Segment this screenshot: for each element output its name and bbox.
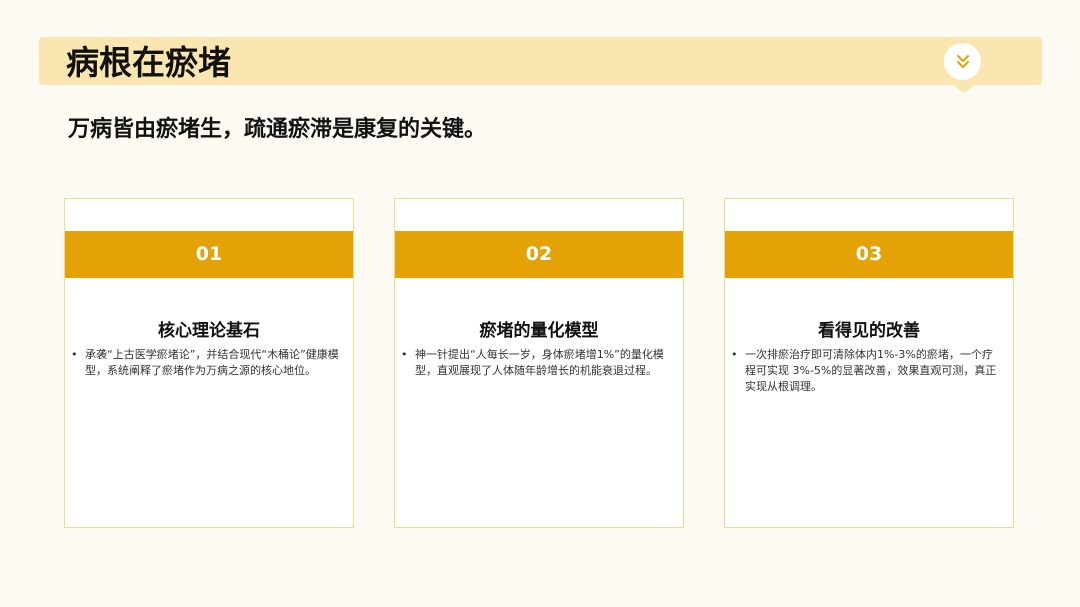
card-body: • 一次排瘀治疗即可清除体内1%-3%的瘀堵，一个疗程可实现 3%-5%的显著改… bbox=[731, 347, 1001, 395]
card-text: 承袭“上古医学瘀堵论”，并结合现代“木桶论”健康模型，系统阐释了瘀堵作为万病之源… bbox=[85, 348, 339, 377]
card-number: 01 bbox=[65, 231, 353, 278]
card-text: 神一针提出“人每长一岁，身体瘀堵增1%”的量化模型，直观展现了人体随年龄增长的机… bbox=[415, 348, 664, 377]
bullet-icon: • bbox=[401, 348, 408, 361]
card-number: 02 bbox=[395, 231, 683, 278]
card-body: • 神一针提出“人每长一岁，身体瘀堵增1%”的量化模型，直观展现了人体随年龄增长… bbox=[401, 347, 671, 379]
card-title: 瘀堵的量化模型 bbox=[479, 321, 599, 341]
card-body: • 承袭“上古医学瘀堵论”，并结合现代“木桶论”健康模型，系统阐释了瘀堵作为万病… bbox=[71, 347, 341, 379]
page-subtitle: 万病皆由瘀堵生，疏通瘀滞是康复的关键。 bbox=[68, 117, 487, 142]
card-3: 03 看得见的改善 • 一次排瘀治疗即可清除体内1%-3%的瘀堵，一个疗程可实现… bbox=[724, 198, 1014, 528]
bullet-icon: • bbox=[71, 348, 78, 361]
badge-pointer bbox=[952, 84, 976, 93]
scroll-down-badge[interactable] bbox=[944, 43, 981, 80]
card-number: 03 bbox=[725, 231, 1013, 278]
card-text: 一次排瘀治疗即可清除体内1%-3%的瘀堵，一个疗程可实现 3%-5%的显著改善，… bbox=[745, 348, 997, 393]
card-title: 核心理论基石 bbox=[158, 321, 260, 341]
card-title: 看得见的改善 bbox=[818, 321, 920, 341]
bullet-icon: • bbox=[731, 348, 738, 361]
card-2: 02 瘀堵的量化模型 • 神一针提出“人每长一岁，身体瘀堵增1%”的量化模型，直… bbox=[394, 198, 684, 528]
page-title: 病根在瘀堵 bbox=[66, 43, 231, 82]
card-1: 01 核心理论基石 • 承袭“上古医学瘀堵论”，并结合现代“木桶论”健康模型，系… bbox=[64, 198, 354, 528]
double-chevron-down-icon bbox=[956, 54, 969, 68]
